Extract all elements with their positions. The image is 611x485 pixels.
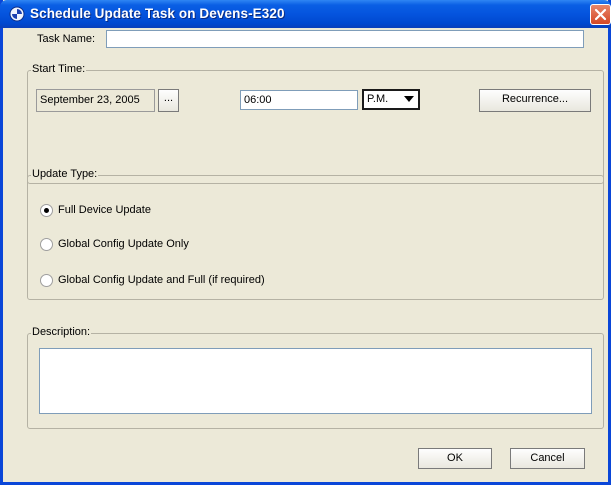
update-type-group-label: Update Type: bbox=[31, 168, 99, 180]
close-icon bbox=[594, 8, 607, 21]
title-bar[interactable]: Schedule Update Task on Devens-E320 bbox=[0, 0, 611, 28]
ok-button[interactable]: OK bbox=[418, 448, 492, 469]
radio-label: Full Device Update bbox=[58, 204, 151, 216]
radio-button[interactable] bbox=[40, 274, 53, 287]
start-date-field: September 23, 2005 bbox=[36, 89, 155, 112]
recurrence-button[interactable]: Recurrence... bbox=[479, 89, 591, 112]
cancel-button[interactable]: Cancel bbox=[510, 448, 585, 469]
radio-label: Global Config Update and Full (if requir… bbox=[58, 274, 265, 286]
dialog-body: Task Name: Start Time: September 23, 200… bbox=[3, 28, 608, 482]
ampm-select[interactable]: P.M. bbox=[362, 89, 420, 110]
app-icon bbox=[9, 6, 25, 22]
start-time-input[interactable] bbox=[240, 90, 358, 110]
dialog-window: Schedule Update Task on Devens-E320 Task… bbox=[0, 0, 611, 485]
triangle-down-icon bbox=[404, 96, 414, 102]
description-textarea[interactable] bbox=[39, 348, 592, 414]
radio-button[interactable] bbox=[40, 238, 53, 251]
task-name-label: Task Name: bbox=[37, 33, 96, 45]
start-time-group: Start Time: September 23, 2005 ... P.M. … bbox=[27, 63, 604, 184]
start-time-group-label: Start Time: bbox=[31, 63, 87, 75]
task-name-input[interactable] bbox=[106, 30, 584, 48]
ampm-value: P.M. bbox=[367, 93, 389, 105]
close-button[interactable] bbox=[590, 4, 611, 25]
date-picker-button[interactable]: ... bbox=[158, 89, 179, 112]
radio-button[interactable] bbox=[40, 204, 53, 217]
description-group-label: Description: bbox=[31, 326, 92, 338]
window-title: Schedule Update Task on Devens-E320 bbox=[30, 6, 285, 21]
radio-label: Global Config Update Only bbox=[58, 238, 189, 250]
